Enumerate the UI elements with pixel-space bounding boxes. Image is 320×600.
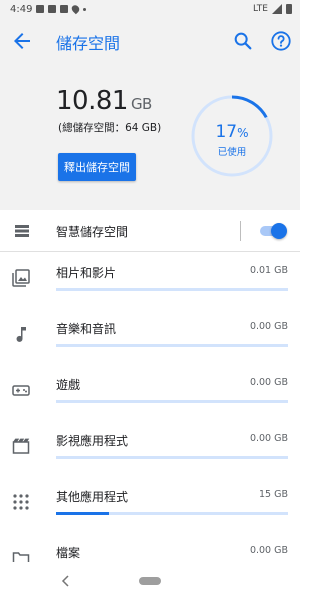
- category-files[interactable]: 檔案 0.00 GB: [0, 532, 300, 562]
- status-bar: 4:49 LTE: [0, 0, 300, 20]
- back-arrow-icon[interactable]: [10, 29, 34, 53]
- category-games[interactable]: 遊戲 0.00 GB: [0, 364, 300, 420]
- gamepad-icon: [12, 385, 30, 396]
- help-icon[interactable]: [270, 30, 292, 52]
- category-photos-videos[interactable]: 相片和影片 0.01 GB: [0, 252, 300, 308]
- photo-icon: [12, 269, 30, 287]
- network-type: LTE: [253, 4, 268, 14]
- location-icon: [70, 3, 81, 15]
- more-notifications-icon: [83, 7, 86, 11]
- category-usage-bar: [56, 288, 288, 291]
- category-usage-bar: [56, 344, 288, 347]
- nav-home-pill[interactable]: [139, 577, 161, 585]
- total-storage: (總儲存空間：64 GB): [58, 122, 162, 134]
- category-size: 0.00 GB: [249, 321, 288, 332]
- storage-header: 儲存空間 10.81 GB (總儲存空間：64 GB) 釋出儲存空間 17% 已使…: [0, 20, 300, 210]
- category-label: 影視應用程式: [56, 434, 129, 448]
- category-other-apps[interactable]: 其他應用程式 15 GB: [0, 476, 300, 532]
- category-movie-apps[interactable]: 影視應用程式 0.00 GB: [0, 420, 300, 476]
- used-storage: 10.81 GB: [56, 86, 152, 116]
- app-bar: 儲存空間: [0, 20, 300, 62]
- divider: [240, 221, 241, 241]
- notification-photo-icon: [60, 5, 68, 13]
- category-label: 音樂和音訊: [56, 322, 117, 336]
- category-usage-bar: [56, 456, 288, 459]
- notification-mail-icon: [48, 5, 56, 13]
- percent-used-value: 17: [215, 122, 238, 142]
- category-size: 0.00 GB: [249, 545, 288, 556]
- movie-icon: [12, 438, 30, 454]
- search-icon[interactable]: [232, 30, 254, 52]
- category-label: 相片和影片: [56, 266, 117, 280]
- used-storage-unit: GB: [130, 95, 152, 113]
- category-size: 0.00 GB: [249, 433, 288, 444]
- music-note-icon: [16, 327, 26, 342]
- smart-storage-label: 智慧儲存空間: [56, 225, 129, 239]
- status-time: 4:49: [10, 4, 33, 15]
- page-title: 儲存空間: [56, 34, 121, 53]
- smart-storage-toggle[interactable]: [258, 223, 287, 239]
- used-storage-value: 10.81: [56, 86, 128, 116]
- category-size: 0.00 GB: [249, 377, 288, 388]
- category-usage-bar: [56, 400, 288, 403]
- toggle-knob: [271, 223, 287, 239]
- category-usage-fill: [56, 512, 110, 515]
- system-navigation-bar: [0, 562, 300, 600]
- notification-icons: [36, 3, 86, 15]
- storage-category-list: 相片和影片 0.01 GB 音樂和音訊 0.00 GB 遊戲 0.00 GB 影…: [0, 252, 300, 562]
- category-label: 其他應用程式: [56, 490, 129, 504]
- system-icons: LTE: [253, 4, 292, 14]
- notification-image-icon: [36, 5, 44, 13]
- signal-icon: [272, 4, 282, 14]
- category-label: 遊戲: [56, 378, 81, 392]
- category-usage-bar: [56, 512, 288, 515]
- percent-used-label: 已使用: [217, 147, 247, 158]
- battery-icon: [286, 4, 292, 14]
- category-label: 檔案: [56, 546, 81, 560]
- folder-icon: [12, 552, 30, 562]
- percent-used: 17%: [190, 122, 274, 142]
- apps-grid-icon: [13, 494, 29, 510]
- nav-back-icon[interactable]: [60, 574, 72, 588]
- smart-storage-row[interactable]: 智慧儲存空間: [0, 210, 300, 252]
- category-size: 15 GB: [259, 489, 288, 500]
- category-music-audio[interactable]: 音樂和音訊 0.00 GB: [0, 308, 300, 364]
- category-size: 0.01 GB: [249, 265, 288, 276]
- free-up-space-button[interactable]: 釋出儲存空間: [58, 153, 136, 181]
- storage-list-icon: [15, 225, 29, 237]
- percent-sign: %: [237, 126, 249, 140]
